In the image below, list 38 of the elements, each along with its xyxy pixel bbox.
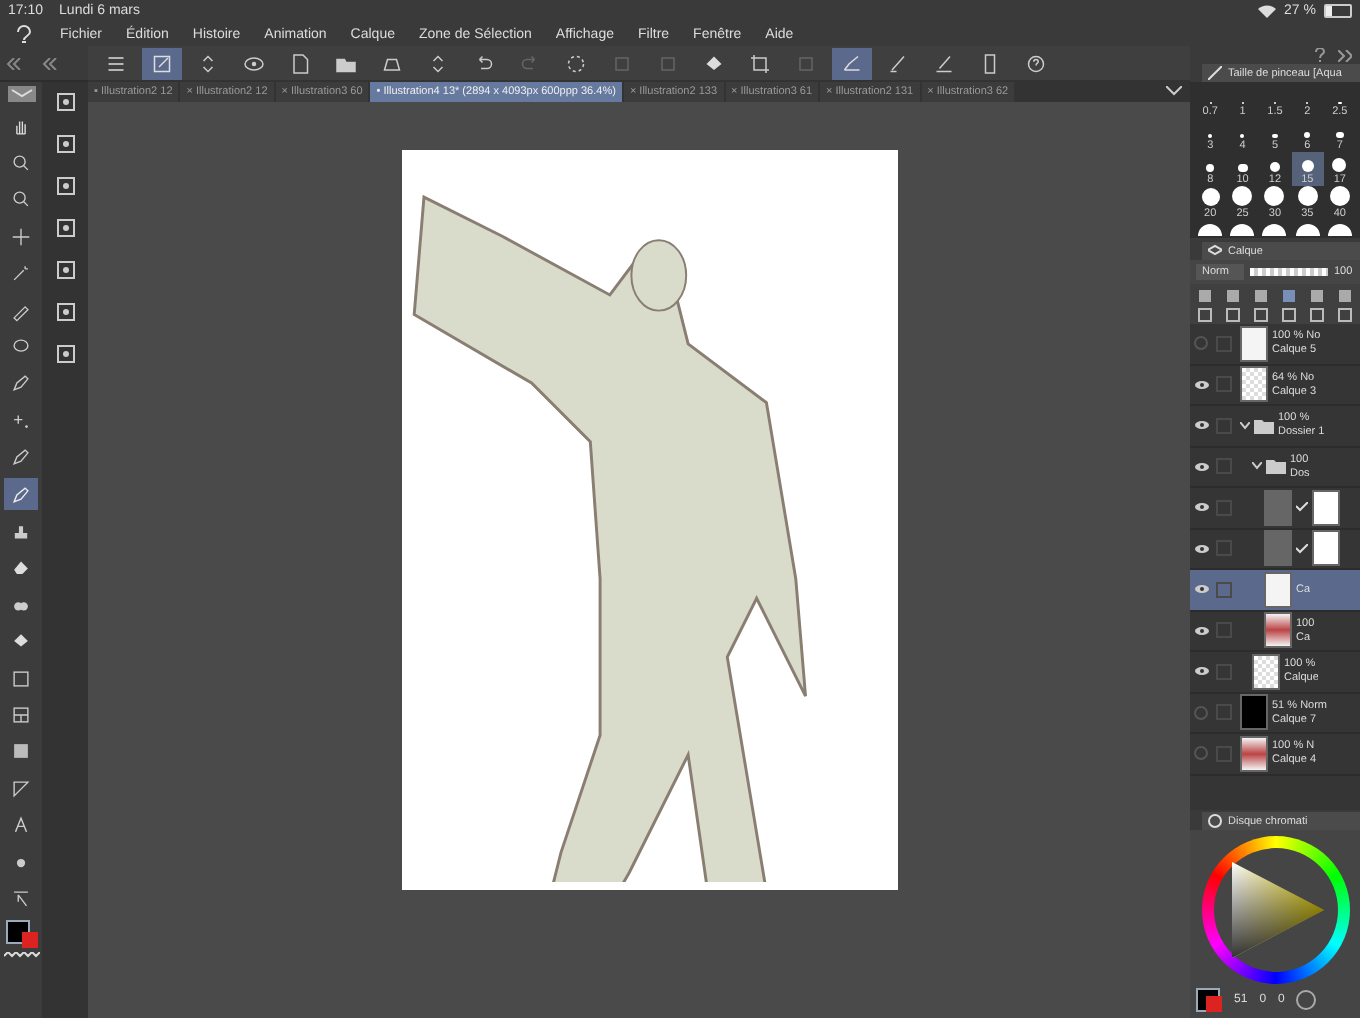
help-icon[interactable] [1314, 48, 1326, 62]
pen-square-icon[interactable] [142, 47, 182, 79]
wifi-icon [1258, 4, 1277, 18]
visibility-toggle[interactable] [1190, 336, 1212, 351]
visibility-toggle[interactable] [1190, 705, 1212, 720]
layer-icon [1208, 244, 1222, 258]
visibility-toggle[interactable] [1190, 420, 1212, 431]
pen-icon[interactable] [4, 477, 38, 511]
layer-thumbnail [1264, 489, 1292, 526]
visibility-toggle[interactable] [1190, 379, 1212, 390]
pattern-stripe-icon[interactable] [3, 951, 39, 960]
visibility-toggle[interactable] [1190, 625, 1212, 636]
layer-thumbnail [1264, 530, 1292, 567]
visibility-toggle[interactable] [1190, 543, 1212, 554]
folder-icon [1266, 458, 1286, 475]
target-icon[interactable] [1296, 990, 1317, 1010]
chevron-right-icon[interactable] [1338, 49, 1352, 61]
visibility-toggle[interactable] [1190, 666, 1212, 677]
folder-icon [1254, 417, 1274, 434]
radio-icon [1208, 814, 1222, 828]
visibility-toggle[interactable] [1190, 461, 1212, 472]
mask-thumbnail [1312, 530, 1340, 567]
color-swatches-icon[interactable] [1196, 988, 1222, 1012]
visibility-toggle[interactable] [1190, 584, 1212, 595]
mask-thumbnail [1312, 489, 1340, 526]
visibility-toggle[interactable] [1190, 502, 1212, 513]
check-icon[interactable] [832, 47, 872, 79]
color-swatches-icon[interactable] [5, 919, 37, 948]
battery-icon [1324, 4, 1352, 18]
envelope-icon[interactable] [7, 86, 35, 102]
visibility-toggle[interactable] [1190, 746, 1212, 761]
layer-row[interactable] [1190, 488, 1360, 529]
collapse-icon[interactable] [42, 57, 58, 69]
chevron-down-icon[interactable] [1166, 86, 1182, 96]
collapse-icon[interactable] [6, 57, 22, 69]
opacity-slider[interactable] [1250, 268, 1328, 276]
app-logo-icon[interactable] [12, 24, 36, 44]
brush-icon [1208, 66, 1222, 80]
